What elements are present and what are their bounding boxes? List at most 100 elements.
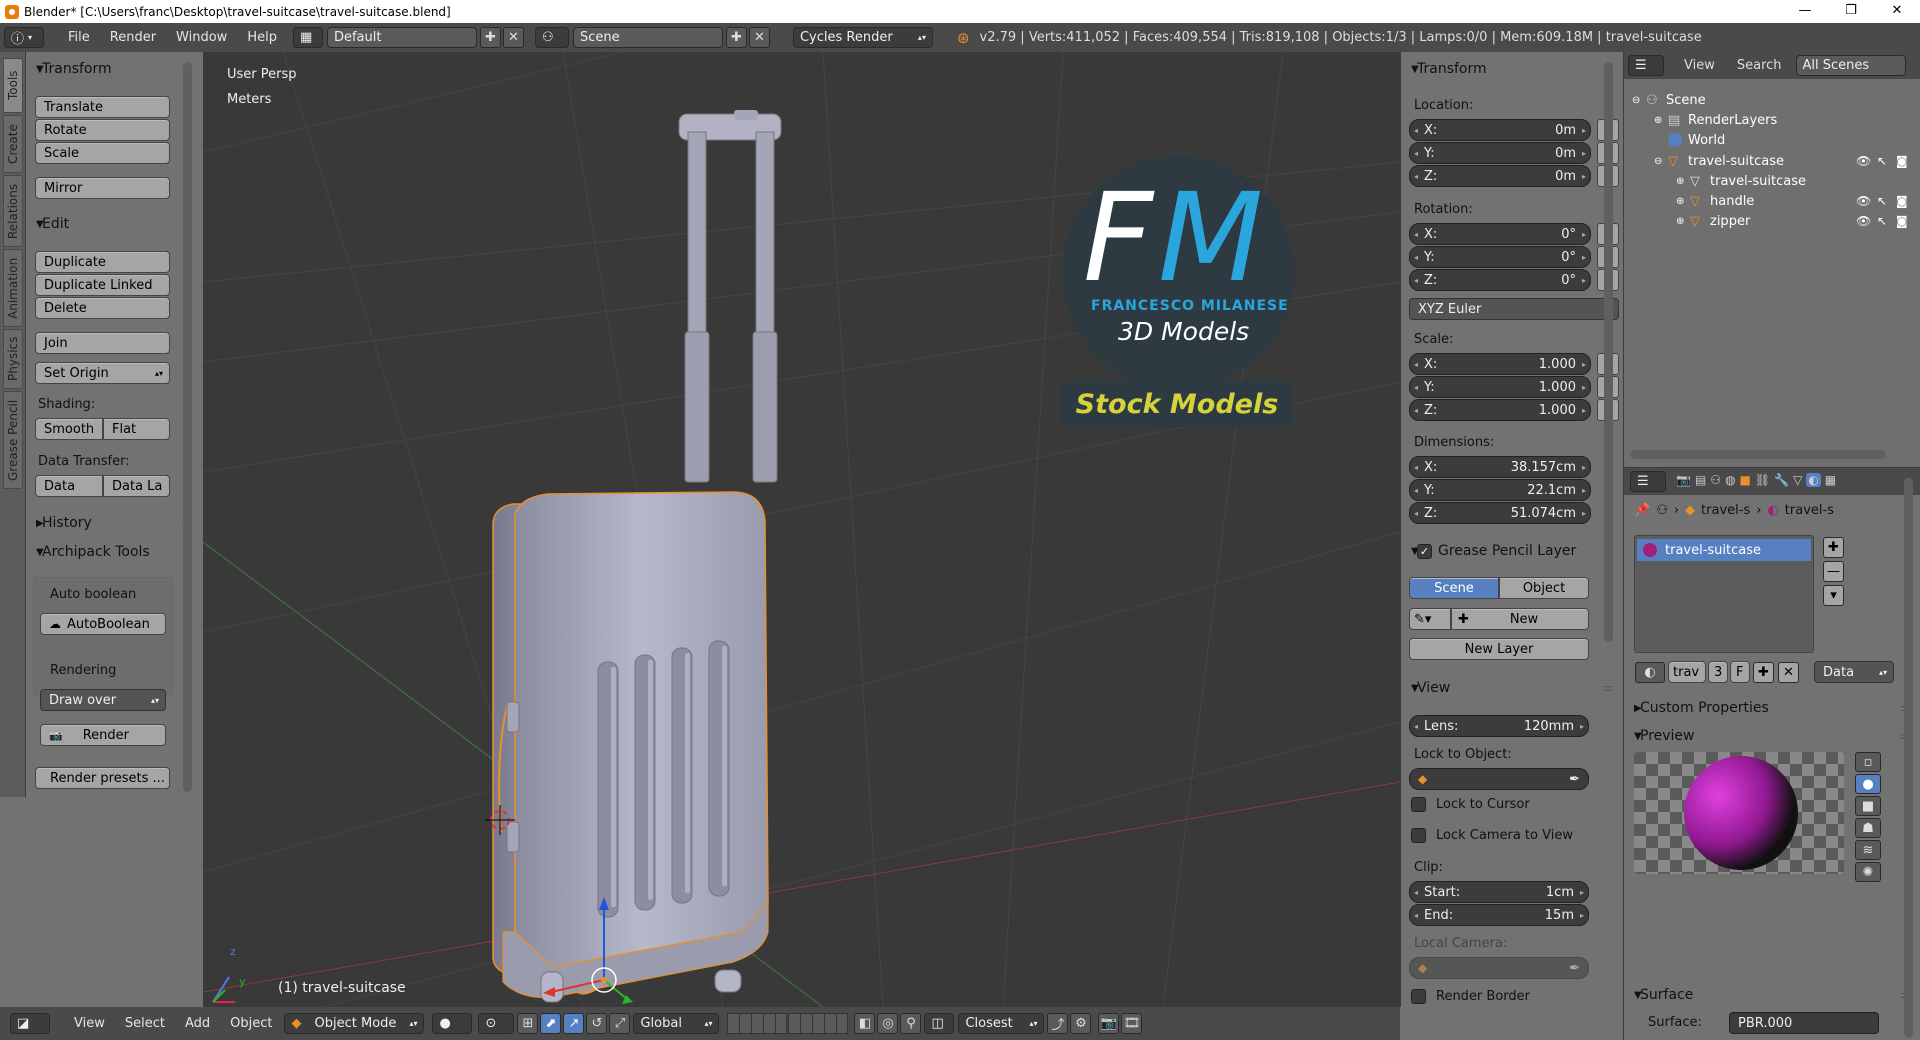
unlink-material-icon[interactable]: ✕ <box>1778 661 1799 683</box>
scene-icon-dropdown[interactable]: ⚇ <box>534 27 569 48</box>
snap-element-dropdown[interactable]: ◫ <box>924 1013 955 1034</box>
lens-field[interactable]: ◂ Lens: 120mm ▸ <box>1409 715 1589 737</box>
grease-pencil-layer-header[interactable]: ▼ ✓ Grease Pencil Layer <box>1401 539 1624 563</box>
edit-panel-header[interactable]: ▼Edit:::: <box>26 212 203 236</box>
join-button[interactable]: Join <box>35 332 170 354</box>
lock-object-field[interactable]: ◆ ✒ <box>1409 768 1589 790</box>
new-gp-button[interactable]: ✚ New <box>1451 608 1589 630</box>
selectable-arrow-icons[interactable]: ↖ ↖ ↖ <box>1877 151 1887 231</box>
rotation-z-field[interactable]: ◂ Z: 0° ▸ <box>1409 269 1591 291</box>
preview-sphere-icon[interactable]: ● <box>1855 774 1881 794</box>
view-panel-header[interactable]: ▼ View:::: <box>1401 676 1624 700</box>
snap-target-dropdown[interactable]: Closest ▴▾ <box>958 1013 1045 1034</box>
layout-icon-dropdown[interactable]: ▦ <box>292 27 323 48</box>
outliner-search-menu[interactable]: Search <box>1737 58 1782 73</box>
clip-start-field[interactable]: ◂ Start: 1cm ▸ <box>1409 881 1589 903</box>
autoboolean-button[interactable]: ☁ AutoBoolean <box>40 613 166 635</box>
tab-tools[interactable]: Tools <box>3 58 23 113</box>
render-tab-icon[interactable]: 📷 <box>1676 473 1691 487</box>
transform-panel-header[interactable]: ▼Transform:::: <box>26 57 203 81</box>
location-x-field[interactable]: ◂ X: 0m ▸ <box>1409 119 1591 141</box>
clip-end-field[interactable]: ◂ End: 15m ▸ <box>1409 904 1589 926</box>
preview-cube-icon[interactable]: ■ <box>1855 796 1881 816</box>
fake-user-toggle[interactable]: F <box>1730 661 1750 683</box>
scale-z-field[interactable]: ◂ Z: 1.000 ▸ <box>1409 399 1591 421</box>
grease-pencil-enabled-checkbox[interactable]: ✓ <box>1417 543 1432 559</box>
outliner-row-scene[interactable]: ⊖ ⚇ Scene <box>1632 90 1920 110</box>
lock-cursor-checkbox[interactable] <box>1411 797 1426 812</box>
editor-type-dropdown[interactable]: ⓘ ▾ <box>4 27 44 48</box>
scale-y-field[interactable]: ◂ Y: 1.000 ▸ <box>1409 376 1591 398</box>
outliner-display-mode[interactable]: All Scenes <box>1795 55 1906 76</box>
material-browse-icon[interactable]: ◐ <box>1635 661 1665 683</box>
material-slot-list[interactable]: travel-suitcase <box>1634 535 1814 653</box>
data-tab-icon[interactable]: ▽ <box>1793 473 1802 487</box>
modifiers-tab-icon[interactable]: 🔧 <box>1774 473 1789 487</box>
local-camera-field[interactable]: ◆ ✒ <box>1409 957 1589 979</box>
lock-camera-checkbox[interactable] <box>1411 828 1426 843</box>
world-tab-icon[interactable]: ◍ <box>1725 473 1735 487</box>
remove-scene-icon[interactable]: ✕ <box>748 27 770 48</box>
data-layers-button[interactable]: Data La <box>103 475 170 497</box>
tab-physics[interactable]: Physics <box>3 329 23 389</box>
remove-layout-icon[interactable]: ✕ <box>502 27 524 48</box>
remove-slot-icon[interactable]: — <box>1823 561 1844 582</box>
dimensions-x-field[interactable]: ◂ X: 38.157cm ▸ <box>1409 456 1591 478</box>
outliner-view-menu[interactable]: View <box>1684 58 1715 73</box>
new-layer-button[interactable]: New Layer <box>1409 638 1589 660</box>
shade-flat-button[interactable]: Flat <box>103 418 170 440</box>
menu-add[interactable]: Add <box>175 1016 220 1031</box>
pin-icon[interactable]: 📌 <box>1634 503 1650 518</box>
viewport-shading-dropdown[interactable]: ● <box>432 1013 473 1034</box>
scale-manipulator-icon[interactable]: ⤢ <box>609 1013 631 1034</box>
properties-context-tabs[interactable]: 📷 ▤ ⚇ ◍ ■ ⛓ 🔧 ▽ ◐ ▦ <box>1676 473 1836 487</box>
preview-hair-icon[interactable]: ≋ <box>1855 840 1881 860</box>
snap-align-icon[interactable]: ⤴ <box>1047 1013 1069 1034</box>
render-border-checkbox[interactable] <box>1411 989 1426 1004</box>
pencil-icon[interactable]: ✎▾ <box>1409 608 1451 630</box>
drag-grip-icon[interactable]: :::: <box>1603 683 1614 694</box>
minimize-button[interactable]: — <box>1782 0 1828 23</box>
object-tab-icon[interactable]: ■ <box>1740 473 1751 487</box>
snap-project-icon[interactable]: ⚙ <box>1070 1013 1092 1034</box>
history-panel-header[interactable]: ▶History:::: <box>26 511 203 535</box>
outliner-row-world[interactable]: World <box>1668 130 1920 150</box>
texture-tab-icon[interactable]: ▦ <box>1825 473 1836 487</box>
scene-tab-icon[interactable]: ⚇ <box>1710 473 1721 487</box>
material-tab-icon[interactable]: ◐ <box>1806 473 1821 487</box>
preview-monkey-icon[interactable]: ☗ <box>1855 818 1881 838</box>
render-button[interactable]: 📷 Render <box>40 724 166 746</box>
proportional-edit-icon[interactable]: ◎ <box>877 1013 899 1034</box>
material-users-count[interactable]: 3 <box>1708 661 1728 683</box>
maximize-button[interactable]: ❐ <box>1828 0 1874 23</box>
layout-name-field[interactable]: Default <box>326 27 477 48</box>
renderable-camera-icons[interactable]: ◙ ◙ ◙ <box>1896 151 1908 231</box>
custom-properties-header[interactable]: ▶Custom Properties:::: <box>1624 696 1920 720</box>
surface-header[interactable]: ▼Surface:::: <box>1624 983 1920 1007</box>
scene-name-field[interactable]: Scene <box>572 27 723 48</box>
rotation-mode-dropdown[interactable]: XYZ Euler▴▾ <box>1409 298 1619 320</box>
rotate-manipulator-icon[interactable]: ↺ <box>586 1013 608 1034</box>
location-y-field[interactable]: ◂ Y: 0m ▸ <box>1409 142 1591 164</box>
preview-header[interactable]: ▼Preview:::: <box>1624 724 1920 748</box>
shade-smooth-button[interactable]: Smooth <box>35 418 103 440</box>
opengl-render-icon[interactable]: 📷 <box>1098 1013 1120 1034</box>
layer-grid-a[interactable] <box>727 1013 788 1034</box>
props-scrollbar[interactable] <box>1904 478 1913 1038</box>
location-z-field[interactable]: ◂ Z: 0m ▸ <box>1409 165 1591 187</box>
view3d-editor-type[interactable]: ◪ <box>10 1013 50 1034</box>
menu-file[interactable]: File <box>58 30 100 45</box>
tab-create[interactable]: Create <box>3 115 23 173</box>
layers-tab-icon[interactable]: ▤ <box>1695 473 1706 487</box>
duplicate-button[interactable]: Duplicate <box>35 251 170 273</box>
render-engine-dropdown[interactable]: Cycles Render ▴▾ <box>792 27 933 48</box>
set-origin-dropdown[interactable]: Set Origin ▴▾ <box>35 362 170 384</box>
translate-button[interactable]: Translate <box>35 96 170 118</box>
surface-shader-field[interactable]: PBR.000 <box>1729 1012 1879 1034</box>
menu-render[interactable]: Render <box>100 30 166 45</box>
properties-editor-type[interactable]: ☰ <box>1630 471 1666 492</box>
dimensions-z-field[interactable]: ◂ Z: 51.074cm ▸ <box>1409 502 1591 524</box>
snap-toggle-icon[interactable]: ⚲ <box>900 1013 922 1034</box>
manipulator-toggle-icon[interactable]: ⊞ <box>517 1013 539 1034</box>
add-scene-icon[interactable]: ✚ <box>725 27 747 48</box>
